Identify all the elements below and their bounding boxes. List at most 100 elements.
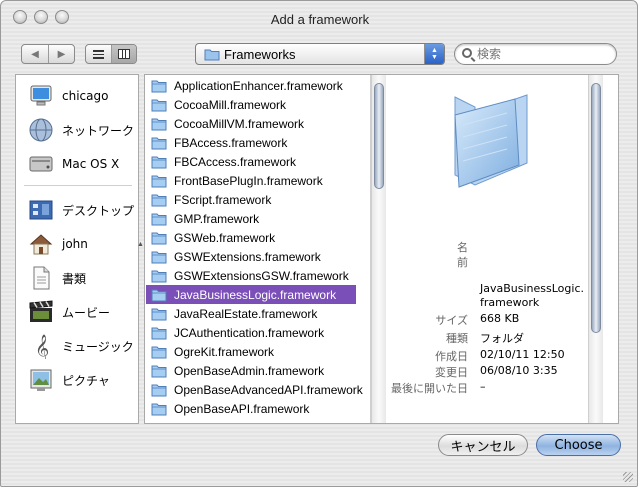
file-row[interactable]: JavaRealEstate.framework xyxy=(146,304,356,323)
folder-icon xyxy=(151,346,167,358)
name-label-line1: 名 xyxy=(457,241,468,254)
sidebar-item-music[interactable]: 𝄞 ミュージック xyxy=(16,331,140,361)
pictures-icon xyxy=(30,369,52,391)
sidebar-item-chicago[interactable]: chicago xyxy=(16,81,140,111)
back-arrow-icon: ◀ xyxy=(31,48,39,60)
choose-button[interactable]: Choose xyxy=(536,434,621,456)
file-row[interactable]: OpenBaseAPI.framework xyxy=(146,399,356,418)
list-view-icon xyxy=(92,49,104,59)
modified-value: 06/08/10 3:35 xyxy=(480,364,558,377)
file-name: OpenBaseAPI.framework xyxy=(174,401,310,416)
file-row[interactable]: ApplicationEnhancer.framework xyxy=(146,76,356,95)
folder-icon xyxy=(151,251,167,263)
file-row[interactable]: FrontBasePlugIn.framework xyxy=(146,171,356,190)
folder-icon xyxy=(151,99,167,111)
folder-icon xyxy=(151,232,167,244)
file-name: OgreKit.framework xyxy=(174,344,275,359)
file-row[interactable]: JCAuthentication.framework xyxy=(146,323,356,342)
name-value-line1: JavaBusinessLogic. xyxy=(480,282,584,295)
file-column: ApplicationEnhancer.framework CocoaMill.f… xyxy=(145,75,371,423)
svg-text:𝄞: 𝄞 xyxy=(35,334,49,359)
last-opened-value: – xyxy=(480,380,486,393)
sidebar: chicago ネットワーク Mac OS X デスクトップ john 書類 ム… xyxy=(15,74,139,424)
preview-column-scrollbar[interactable] xyxy=(588,75,603,423)
cancel-button[interactable]: キャンセル xyxy=(438,434,528,456)
sidebar-item-label: ムービー xyxy=(62,305,111,320)
resize-grip-icon[interactable] xyxy=(623,472,633,482)
home-icon xyxy=(29,234,53,255)
file-name: JavaBusinessLogic.framework xyxy=(174,287,337,302)
folder-icon xyxy=(151,213,167,225)
desktop-icon xyxy=(29,200,53,220)
created-label: 作成日 xyxy=(435,350,468,363)
popup-arrows-icon: ▲ ▼ xyxy=(424,44,444,64)
back-forward-control: ◀ ▶ xyxy=(21,44,75,64)
file-row[interactable]: FBAccess.framework xyxy=(146,133,356,152)
last-opened-label: 最後に開いた日 xyxy=(391,382,468,395)
column-view-button[interactable] xyxy=(110,45,136,63)
size-label: サイズ xyxy=(435,314,468,327)
sidebar-item-documents[interactable]: 書類 xyxy=(16,263,140,293)
file-name: FScript.framework xyxy=(174,192,272,207)
back-button[interactable]: ◀ xyxy=(22,45,48,63)
file-name: FBAccess.framework xyxy=(174,135,288,150)
file-row[interactable]: OpenBaseAdvancedAPI.framework xyxy=(146,380,363,399)
file-row[interactable]: CocoaMillVM.framework xyxy=(146,114,356,133)
file-name: CocoaMillVM.framework xyxy=(174,116,305,131)
file-row[interactable]: FBCAccess.framework xyxy=(146,152,356,171)
sidebar-item-macosx[interactable]: Mac OS X xyxy=(16,149,140,179)
kind-value: フォルダ xyxy=(480,332,524,345)
file-row[interactable]: GSWExtensions.framework xyxy=(146,247,356,266)
list-view-button[interactable] xyxy=(86,45,111,63)
file-name: ApplicationEnhancer.framework xyxy=(174,78,343,93)
column-browser: ApplicationEnhancer.framework CocoaMill.f… xyxy=(144,74,619,424)
file-name: FrontBasePlugIn.framework xyxy=(174,173,323,188)
file-row[interactable]: GSWeb.framework xyxy=(146,228,356,247)
view-mode-control xyxy=(85,44,137,64)
folder-icon xyxy=(151,80,167,92)
file-name: OpenBaseAdmin.framework xyxy=(174,363,325,378)
file-name: FBCAccess.framework xyxy=(174,154,297,169)
movies-icon xyxy=(29,300,53,322)
file-row[interactable]: GMP.framework xyxy=(146,209,356,228)
search-field xyxy=(454,43,617,65)
sidebar-item-movies[interactable]: ムービー xyxy=(16,297,140,327)
folder-icon xyxy=(151,270,167,282)
forward-button[interactable]: ▶ xyxy=(48,45,74,63)
scrollbar-thumb[interactable] xyxy=(591,83,601,333)
title-bar: Add a framework xyxy=(1,1,637,35)
folder-icon xyxy=(151,308,167,320)
file-row[interactable]: GSWExtensionsGSW.framework xyxy=(146,266,356,285)
file-row[interactable]: OpenBaseAdmin.framework xyxy=(146,361,356,380)
search-icon xyxy=(462,48,472,58)
sidebar-item-pictures[interactable]: ピクチャ xyxy=(16,365,140,395)
sidebar-resize-arrow-icon[interactable]: ▲ xyxy=(137,241,144,248)
file-name: GMP.framework xyxy=(174,211,260,226)
sidebar-item-label: ピクチャ xyxy=(62,373,110,388)
file-row[interactable]: OgreKit.framework xyxy=(146,342,356,361)
sidebar-item-label: ミュージック xyxy=(62,339,134,354)
folder-icon xyxy=(151,156,167,168)
file-row[interactable]: JavaBusinessLogic.framework xyxy=(146,285,356,304)
kind-label: 種類 xyxy=(446,332,468,345)
sidebar-item-label: 書類 xyxy=(62,271,87,286)
folder-icon xyxy=(204,49,220,61)
computer-icon xyxy=(30,85,52,106)
sidebar-divider xyxy=(24,185,132,186)
sidebar-item-desktop[interactable]: デスクトップ xyxy=(16,195,140,225)
music-icon: 𝄞 xyxy=(35,334,49,359)
location-popup[interactable]: Frameworks ▲ ▼ xyxy=(195,43,445,65)
sidebar-item-network[interactable]: ネットワーク xyxy=(16,115,140,145)
forward-arrow-icon: ▶ xyxy=(57,48,66,60)
folder-icon xyxy=(151,403,167,415)
file-row[interactable]: CocoaMill.framework xyxy=(146,95,356,114)
file-name: GSWExtensionsGSW.framework xyxy=(174,268,349,283)
search-input[interactable] xyxy=(477,46,607,62)
network-globe-icon xyxy=(29,118,53,142)
folder-icon xyxy=(151,175,167,187)
sidebar-item-label: Mac OS X xyxy=(62,157,120,171)
file-row[interactable]: FScript.framework xyxy=(146,190,356,209)
window-title: Add a framework xyxy=(270,12,370,27)
location-label: Frameworks xyxy=(224,47,296,62)
sidebar-item-home[interactable]: john xyxy=(16,229,140,259)
